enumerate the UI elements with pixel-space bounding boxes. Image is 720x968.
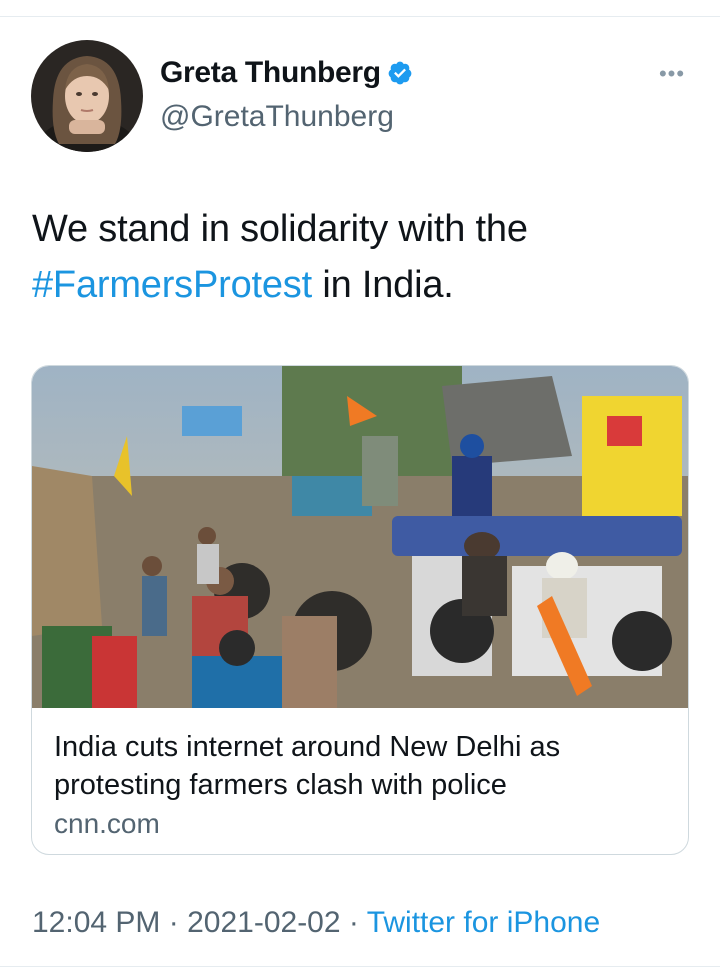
bottom-divider (0, 966, 720, 967)
tweet-meta: 12:04 PM · 2021-02-02 · Twitter for iPho… (32, 906, 600, 940)
card-domain: cnn.com (54, 808, 160, 839)
tweet-source-link[interactable]: Twitter for iPhone (367, 906, 600, 939)
tweet-text: We stand in solidarity with the #Farmers… (32, 201, 692, 313)
tweet-time[interactable]: 12:04 PM (32, 906, 160, 939)
tweet-date[interactable]: 2021-02-02 (187, 906, 340, 939)
avatar[interactable] (31, 40, 143, 152)
author-display-name[interactable]: Greta Thunberg (160, 56, 381, 90)
author-name-row[interactable]: Greta Thunberg (160, 56, 413, 90)
tweet-text-before: We stand in solidarity with the (32, 208, 528, 250)
author-handle[interactable]: @GretaThunberg (160, 100, 394, 134)
hashtag-link[interactable]: #FarmersProtest (32, 264, 312, 306)
link-preview-card[interactable]: India cuts internet around New Delhi as … (31, 365, 689, 855)
meta-separator-1: · (160, 906, 188, 939)
card-title[interactable]: India cuts internet around New Delhi as … (54, 728, 664, 804)
avatar-photo (31, 40, 143, 152)
meta-separator-2: · (340, 906, 367, 939)
top-divider (0, 16, 720, 17)
card-news-photo[interactable] (32, 366, 689, 708)
verified-badge-icon (387, 60, 413, 86)
more-options-icon[interactable]: ••• (656, 63, 688, 85)
tweet-text-after: in India. (311, 264, 454, 306)
